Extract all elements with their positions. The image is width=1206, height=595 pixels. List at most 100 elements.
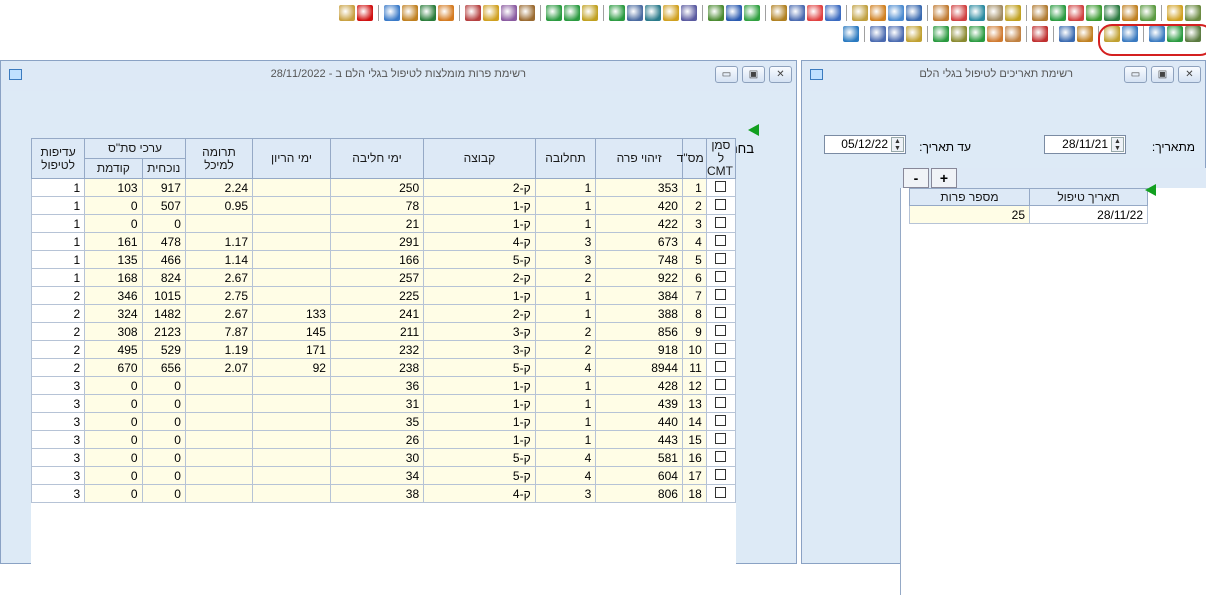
cmt-cell[interactable]	[705, 304, 736, 323]
table-row[interactable]: 11 8944 4 ק-5 238 92 2.07 656 670 2	[31, 358, 736, 377]
toolbar-button-icon[interactable]	[420, 5, 436, 21]
table-row[interactable]: 14 440 1 ק-1 35 0 0 3	[31, 412, 736, 431]
cmt-cell[interactable]	[705, 412, 736, 431]
col-header-calving[interactable]: תחלובה	[534, 138, 597, 179]
cmt-checkbox[interactable]	[715, 342, 727, 354]
toolbar-button-icon[interactable]	[906, 5, 922, 21]
cow-id-cell[interactable]: 420	[595, 196, 683, 215]
cmt-checkbox[interactable]	[715, 234, 727, 246]
add-button[interactable]: +	[931, 168, 957, 188]
col-header-scc-current[interactable]: נוכחית	[141, 158, 186, 179]
col-header-priority[interactable]: עדיפות לטיפול	[31, 138, 86, 179]
cmt-cell[interactable]	[705, 448, 736, 467]
cow-id-cell[interactable]: 443	[595, 430, 683, 449]
toolbar-button-icon[interactable]	[987, 5, 1003, 21]
toolbar-button-icon[interactable]	[1077, 26, 1093, 42]
close-button[interactable]: ✕	[1178, 66, 1201, 83]
toolbar-button-icon[interactable]	[438, 5, 454, 21]
close-button[interactable]: ✕	[769, 66, 792, 83]
toolbar-button-icon[interactable]	[807, 5, 823, 21]
cmt-cell[interactable]	[705, 232, 736, 251]
toolbar-button-icon[interactable]	[609, 5, 625, 21]
toolbar-button-icon[interactable]	[564, 5, 580, 21]
cmt-cell[interactable]	[705, 466, 736, 485]
toolbar-button-icon[interactable]	[852, 5, 868, 21]
table-row[interactable]: 13 439 1 ק-1 31 0 0 3	[31, 394, 736, 413]
toolbar-button-icon[interactable]	[789, 5, 805, 21]
toolbar-button-icon[interactable]	[339, 5, 355, 21]
cow-id-cell[interactable]: 673	[595, 232, 683, 251]
cow-id-cell[interactable]: 353	[595, 178, 683, 197]
table-row[interactable]: 3 422 1 ק-1 21 0 0 1	[31, 214, 736, 233]
cmt-checkbox[interactable]	[715, 432, 727, 444]
col-header-cmt[interactable]: סמן ל CMT	[705, 138, 736, 179]
toolbar-button-icon[interactable]	[402, 5, 418, 21]
maximize-button[interactable]: ▣	[742, 66, 765, 83]
to-date-spinner[interactable]: ▲ ▼	[891, 137, 904, 152]
cow-id-cell[interactable]: 422	[595, 214, 683, 233]
toolbar-button-icon[interactable]	[888, 5, 904, 21]
table-row[interactable]: 17 604 4 ק-5 34 0 0 3	[31, 466, 736, 485]
col-header-scc-group[interactable]: ערכי סת"ס	[84, 138, 186, 159]
toolbar-button-icon[interactable]	[501, 5, 517, 21]
toolbar-button-icon[interactable]	[483, 5, 499, 21]
toolbar-button-icon[interactable]	[1167, 5, 1183, 21]
cmt-cell[interactable]	[705, 340, 736, 359]
toolbar-button-icon[interactable]	[1185, 5, 1201, 21]
col-header-row-no[interactable]: מס"ד	[677, 138, 707, 179]
toolbar-button-icon[interactable]	[357, 5, 373, 21]
from-date-spinner[interactable]: ▲ ▼	[1111, 137, 1124, 152]
cmt-cell[interactable]	[705, 178, 736, 197]
cmt-checkbox[interactable]	[715, 306, 727, 318]
cow-id-cell[interactable]: 428	[595, 376, 683, 395]
cow-count-cell[interactable]: 25	[909, 205, 1030, 224]
cmt-cell[interactable]	[705, 214, 736, 233]
toolbar-button-icon[interactable]	[645, 5, 661, 21]
toolbar-button-icon[interactable]	[843, 26, 859, 42]
cmt-checkbox[interactable]	[715, 360, 727, 372]
cmt-checkbox[interactable]	[715, 414, 727, 426]
maximize-button[interactable]: ▣	[1151, 66, 1174, 83]
remove-button[interactable]: -	[903, 168, 929, 188]
cmt-cell[interactable]	[705, 394, 736, 413]
cow-id-cell[interactable]: 384	[595, 286, 683, 305]
toolbar-button-icon[interactable]	[825, 5, 841, 21]
toolbar-button-icon[interactable]	[870, 5, 886, 21]
cmt-checkbox[interactable]	[715, 216, 727, 228]
toolbar-button-icon[interactable]	[1104, 5, 1120, 21]
col-header-treatment-date[interactable]: תאריך טיפול	[1029, 188, 1148, 206]
cow-id-cell[interactable]: 440	[595, 412, 683, 431]
cow-id-cell[interactable]: 922	[595, 268, 683, 287]
toolbar-button-icon[interactable]	[465, 5, 481, 21]
toolbar-button-icon[interactable]	[681, 5, 697, 21]
toolbar-button-icon[interactable]	[951, 5, 967, 21]
cmt-cell[interactable]	[705, 484, 736, 503]
minimize-button[interactable]: ▭	[715, 66, 738, 83]
cow-id-cell[interactable]: 388	[595, 304, 683, 323]
cmt-cell[interactable]	[705, 250, 736, 269]
cmt-checkbox[interactable]	[715, 252, 727, 264]
table-row[interactable]: 8 388 1 ק-2 241 133 2.67 1482 324 2	[31, 304, 736, 323]
cow-id-cell[interactable]: 918	[595, 340, 683, 359]
cmt-cell[interactable]	[705, 322, 736, 341]
toolbar-button-icon[interactable]	[627, 5, 643, 21]
toolbar-button-icon[interactable]	[888, 26, 904, 42]
toolbar-button-icon[interactable]	[546, 5, 562, 21]
toolbar-button-icon[interactable]	[969, 5, 985, 21]
toolbar-button-icon[interactable]	[582, 5, 598, 21]
toolbar-button-icon[interactable]	[708, 5, 724, 21]
toolbar-button-icon[interactable]	[1122, 5, 1138, 21]
cmt-cell[interactable]	[705, 376, 736, 395]
toolbar-button-icon[interactable]	[987, 26, 1003, 42]
minimize-button[interactable]: ▭	[1124, 66, 1147, 83]
treatment-date-cell[interactable]: 28/11/22	[1029, 205, 1148, 224]
cmt-checkbox[interactable]	[715, 198, 727, 210]
table-row[interactable]: 4 673 3 ק-4 291 1.17 478 161 1	[31, 232, 736, 251]
table-row[interactable]: 1 353 1 ק-2 250 2.24 917 103 1	[31, 178, 736, 197]
table-row[interactable]: 7 384 1 ק-1 225 2.75 1015 346 2	[31, 286, 736, 305]
toolbar-button-icon[interactable]	[870, 26, 886, 42]
table-row[interactable]: 15 443 1 ק-1 26 0 0 3	[31, 430, 736, 449]
toolbar-button-icon[interactable]	[663, 5, 679, 21]
cmt-checkbox[interactable]	[715, 450, 727, 462]
cmt-checkbox[interactable]	[715, 180, 727, 192]
